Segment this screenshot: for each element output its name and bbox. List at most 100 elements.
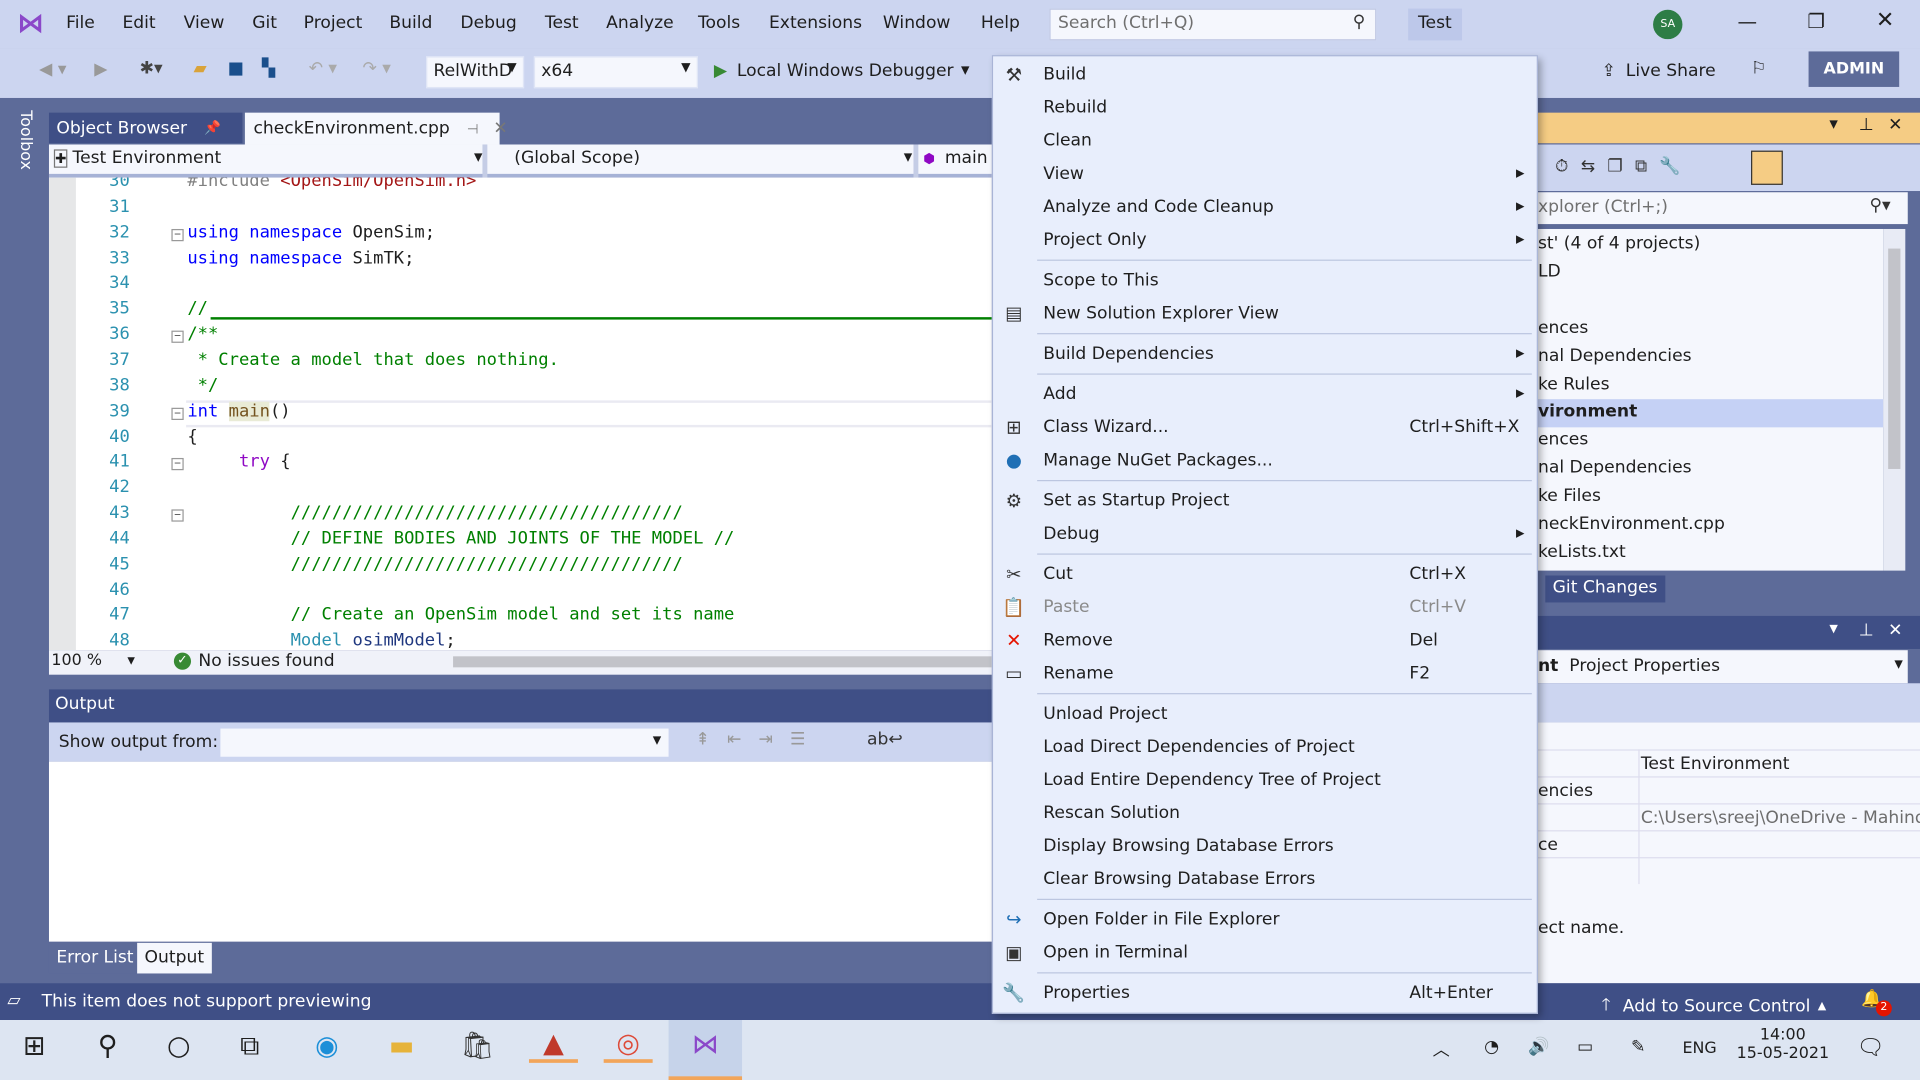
toolbar-icons[interactable]: ⏱⇆❐⧉🔧 [1555, 157, 1693, 177]
menu-file[interactable]: File [66, 13, 95, 33]
tree-item[interactable]: LD [1538, 259, 1883, 287]
code-line[interactable]: using namespace OpenSim; [187, 222, 435, 242]
search-input[interactable]: Search (Ctrl+Q) ⚲ [1049, 8, 1377, 41]
code-editor[interactable]: 30 #include <OpenSim/OpenSim.h> 31 32 using … [48, 177, 992, 651]
context-menu-item-rebuild[interactable]: Rebuild [993, 92, 1537, 125]
menu-git[interactable]: Git [252, 13, 277, 33]
opensim-icon[interactable]: ▲ [528, 1029, 578, 1063]
context-menu-item-clean[interactable]: Clean [993, 125, 1537, 158]
context-menu-item-build[interactable]: ⚒ Build [993, 59, 1537, 92]
context-menu-item-new-solution-explorer-view[interactable]: ▤ New Solution Explorer View [993, 298, 1537, 331]
context-menu-item-properties[interactable]: 🔧 Properties Alt+Enter [993, 977, 1537, 1010]
context-menu-item-display-browsing-database-errors[interactable]: Display Browsing Database Errors [993, 830, 1537, 863]
context-menu-item-build-dependencies[interactable]: Build Dependencies ▶ [993, 338, 1537, 371]
context-menu-item-manage-nuget-packages[interactable]: ● Manage NuGet Packages... [993, 444, 1537, 477]
context-menu-item-rename[interactable]: ▭ Rename F2 [993, 658, 1537, 691]
undo-icon[interactable]: ↶ ▾ [309, 59, 337, 79]
menu-edit[interactable]: Edit [122, 13, 155, 33]
pin-icon[interactable]: 📌 [204, 120, 221, 136]
tab-check-environment[interactable]: checkEnvironment.cpp ⊣ ✕ [244, 112, 508, 145]
code-line[interactable]: using namespace SimTK; [187, 248, 414, 268]
context-menu-item-paste[interactable]: 📋 Paste Ctrl+V [993, 591, 1537, 624]
tree-item[interactable]: neckEnvironment.cpp [1538, 512, 1883, 540]
solution-explorer-scrollbar[interactable] [1883, 228, 1906, 571]
task-view-icon[interactable]: ⧉ [225, 1031, 274, 1062]
add-to-source-control-button[interactable]: 🡑 Add to Source Control ▲ [1602, 992, 1827, 1021]
close-icon[interactable]: ✕ [1888, 621, 1902, 641]
code-line[interactable]: * Create a model that does nothing. [187, 350, 559, 370]
solution-explorer-search[interactable]: xplorer (Ctrl+;) ⚲▾ [1537, 192, 1908, 225]
tree-item[interactable]: vironment [1537, 399, 1884, 428]
save-all-icon[interactable]: ▚ [262, 59, 275, 79]
chrome-icon[interactable]: ◎ [603, 1029, 653, 1063]
tree-item[interactable]: ences [1538, 316, 1883, 344]
output-source-dropdown[interactable]: ▼ [220, 728, 669, 757]
context-menu-item-load-entire-dependency-tree-of-project[interactable]: Load Entire Dependency Tree of Project [993, 764, 1537, 797]
menu-help[interactable]: Help [981, 13, 1020, 33]
save-icon[interactable]: ■ [228, 59, 244, 79]
context-menu-item-set-as-startup-project[interactable]: ⚙ Set as Startup Project [993, 485, 1537, 518]
horizontal-scrollbar[interactable] [453, 656, 992, 668]
minimize-button[interactable]: — [1738, 10, 1758, 33]
pin-icon[interactable]: ⊥ [1859, 621, 1874, 641]
code-line[interactable]: ////////////////////////////////////// [187, 503, 683, 523]
code-line[interactable]: #include <OpenSim/OpenSim.h> [187, 178, 476, 191]
collapse-icon[interactable]: − [171, 407, 184, 420]
search-icon[interactable]: ⚲ [83, 1031, 132, 1062]
dropdown-icon[interactable]: ▼ [1829, 119, 1837, 131]
restore-button[interactable]: ❐ [1807, 10, 1825, 33]
pin-icon[interactable]: ⊥ [1859, 115, 1874, 135]
context-menu-item-scope-to-this[interactable]: Scope to This [993, 264, 1537, 297]
file-explorer-icon[interactable]: ▬ [377, 1031, 426, 1062]
tab-error-list[interactable]: Error List [48, 942, 141, 974]
close-icon[interactable]: ✕ [493, 119, 507, 139]
collapse-icon[interactable]: − [171, 509, 184, 522]
menu-build[interactable]: Build [389, 13, 432, 33]
member-dropdown[interactable]: ⬢ main [923, 148, 987, 168]
tree-item[interactable]: nal Dependencies [1538, 344, 1883, 372]
code-line[interactable]: /** [187, 325, 218, 345]
tree-item[interactable]: ke Files [1538, 484, 1883, 512]
dropdown-icon[interactable]: ▼ [1829, 623, 1837, 635]
context-menu-item-rescan-solution[interactable]: Rescan Solution [993, 797, 1537, 830]
language-indicator[interactable]: ENG [1682, 1040, 1716, 1058]
start-icon[interactable]: ⊞ [10, 1031, 59, 1062]
context-menu-item-open-folder-in-file-explorer[interactable]: ↪ Open Folder in File Explorer [993, 904, 1537, 937]
menu-window[interactable]: Window [883, 13, 951, 33]
tree-item[interactable]: keLists.txt [1538, 540, 1883, 568]
tree-item[interactable]: ke Rules [1538, 372, 1883, 400]
context-menu-item-remove[interactable]: ✕ Remove Del [993, 624, 1537, 657]
menu-view[interactable]: View [184, 13, 225, 33]
live-share-button[interactable]: ⇪ Live Share [1602, 61, 1716, 81]
menu-debug[interactable]: Debug [460, 13, 516, 33]
tree-item[interactable] [1538, 288, 1883, 316]
issues-indicator[interactable]: ✓ No issues found [173, 651, 335, 671]
menu-project[interactable]: Project [304, 13, 363, 33]
project-dropdown[interactable]: ✚ Test Environment ▼ [53, 148, 482, 168]
wifi-icon[interactable]: ◔ [1484, 1037, 1499, 1057]
toolbox-tab[interactable]: Toolbox [10, 110, 34, 177]
start-debugger-button[interactable]: ▶ Local Windows Debugger ▼ [714, 61, 970, 81]
code-line[interactable]: ////////////////////////////////////// [187, 554, 683, 574]
collapse-icon[interactable]: − [171, 330, 184, 343]
code-line[interactable]: // Create an OpenSim model and set its n… [187, 605, 735, 625]
code-line[interactable]: // [187, 299, 208, 319]
context-menu-item-debug[interactable]: Debug ▶ [993, 518, 1537, 551]
output-content[interactable] [48, 761, 992, 942]
context-menu-item-open-in-terminal[interactable]: ▣ Open in Terminal [993, 937, 1537, 970]
zoom-dropdown[interactable]: 100 % ▼ [51, 651, 137, 669]
collapse-icon[interactable]: − [171, 228, 184, 241]
close-icon[interactable]: ✕ [1888, 115, 1902, 135]
code-line[interactable]: // DEFINE BODIES AND JOINTS OF THE MODEL… [187, 529, 735, 549]
property-value[interactable]: C:\Users\sreej\OneDrive - Mahind [1641, 808, 1920, 828]
context-menu-item-view[interactable]: View ▶ [993, 158, 1537, 191]
redo-icon[interactable]: ↷ ▾ [362, 59, 390, 79]
code-line[interactable]: int main() [187, 401, 291, 421]
action-center-icon[interactable]: 🗨 [1856, 1035, 1884, 1061]
preview-toggle-icon[interactable] [1751, 150, 1783, 185]
configuration-dropdown[interactable]: RelWithD ▼ [426, 56, 525, 89]
back-icon[interactable]: ◀ ▾ [39, 60, 66, 80]
context-menu-item-project-only[interactable]: Project Only ▶ [993, 224, 1537, 257]
admin-button[interactable]: ADMIN [1808, 51, 1900, 87]
tab-output[interactable]: Output [137, 942, 212, 974]
